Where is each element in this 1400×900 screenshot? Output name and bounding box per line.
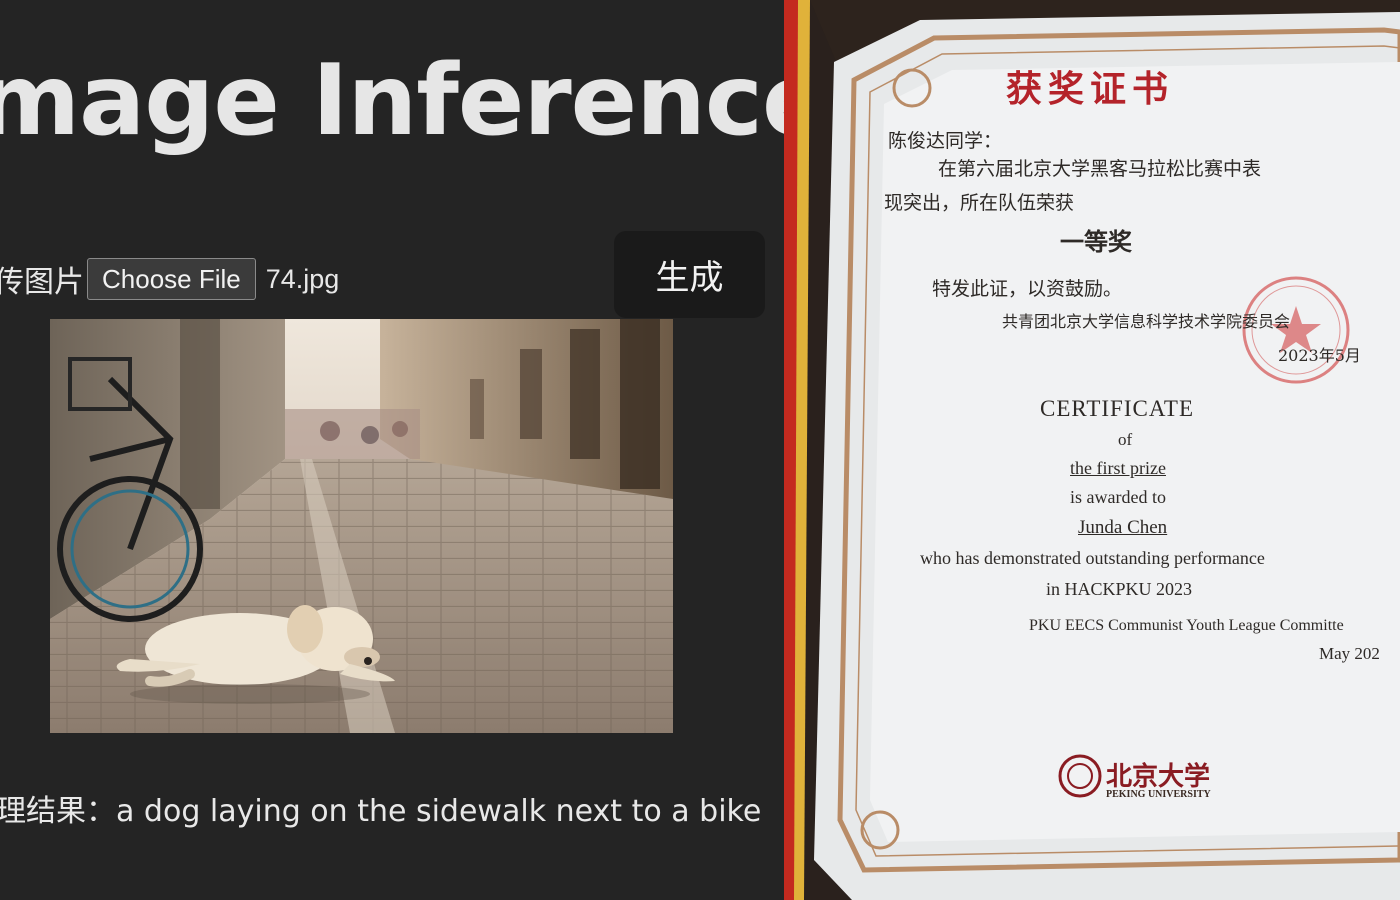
choose-file-button[interactable]: Choose File: [87, 258, 256, 300]
cert-zh-title: 获奖证书: [1006, 68, 1175, 110]
result-text: a dog laying on the sidewalk next to a b…: [116, 794, 762, 829]
cert-zh-prize: 一等奖: [1060, 227, 1132, 256]
result-label: 理结果：: [0, 794, 116, 829]
generate-button[interactable]: 生成: [614, 231, 765, 318]
uploaded-image: [50, 319, 673, 733]
image-inference-app: mage Inference 传图片 Choose File 74.jpg 生成: [0, 0, 784, 900]
cert-zh-closing: 特发此证，以资鼓励。: [932, 278, 1123, 300]
peking-university-logo-text: 北京大学: [1106, 762, 1211, 792]
upload-row: 传图片 Choose File 74.jpg: [0, 256, 339, 302]
certificate-frame: [784, 0, 1400, 900]
cert-en-reason: who has demonstrated outstanding perform…: [920, 548, 1265, 568]
upload-label: 传图片: [0, 265, 84, 300]
cert-en-prize: the first prize: [1070, 458, 1166, 478]
inference-result: 理结果：a dog laying on the sidewalk next to…: [0, 786, 761, 830]
cert-zh-salutation: 陈俊达同学：: [888, 130, 1003, 152]
cert-zh-date: 2023年5月: [1278, 346, 1361, 365]
cert-en-issuer: PKU EECS Communist Youth League Committe: [1029, 617, 1344, 634]
cert-en-title: CERTIFICATE: [1040, 396, 1195, 421]
cert-zh-issuer: 共青团北京大学信息科学技术学院委员会: [1002, 312, 1291, 331]
cert-en-name: Junda Chen: [1078, 517, 1168, 538]
cert-zh-body-2: 现突出，所在队伍荣获: [884, 192, 1075, 214]
cert-zh-body-1: 在第六届北京大学黑客马拉松比赛中表: [938, 158, 1262, 180]
dog-street-photo: [50, 319, 673, 733]
peking-university-logo-subtext: PEKING UNIVERSITY: [1106, 789, 1211, 800]
cert-en-event: in HACKPKU 2023: [1046, 579, 1193, 599]
page-title: mage Inference: [0, 44, 784, 158]
cert-en-of: of: [1118, 430, 1133, 449]
cert-en-awarded: is awarded to: [1070, 487, 1166, 507]
certificate-photo: 获奖证书 陈俊达同学： 在第六届北京大学黑客马拉松比赛中表 现突出，所在队伍荣获…: [784, 0, 1400, 900]
selected-file-name: 74.jpg: [265, 263, 340, 294]
cert-en-date: May 202: [1319, 644, 1380, 663]
